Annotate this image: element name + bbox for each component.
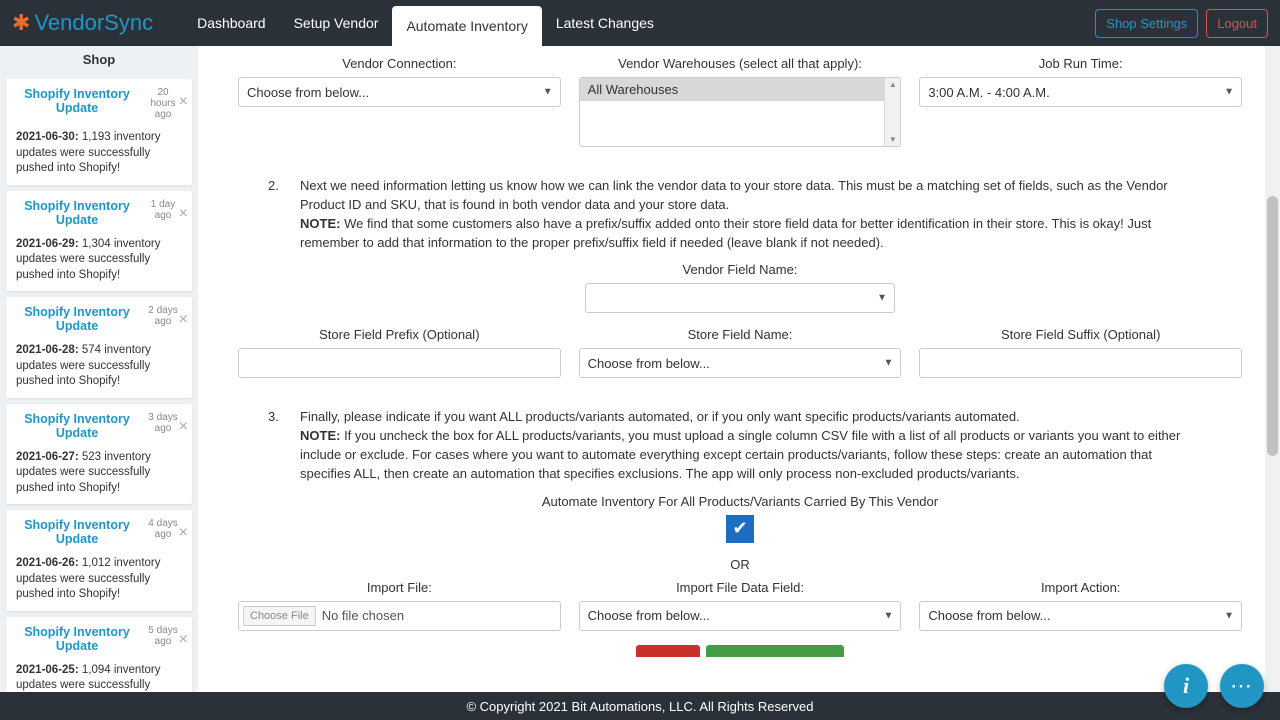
import-field-label: Import File Data Field:	[579, 580, 902, 595]
notification-title: Shopify Inventory Update	[16, 305, 144, 333]
automate-all-label: Automate Inventory For All Products/Vari…	[238, 494, 1242, 509]
import-action-select[interactable]: Choose from below...	[919, 601, 1242, 631]
nav-automate-inventory[interactable]: Automate Inventory	[392, 6, 541, 46]
chat-fab[interactable]: ⋯	[1220, 664, 1264, 708]
logout-button[interactable]: Logout	[1206, 9, 1268, 38]
notification-body: 2021-06-28: 574 inventory updates were s…	[16, 343, 182, 390]
info-fab[interactable]: i	[1164, 664, 1208, 708]
step2-text: 2.Next we need information letting us kn…	[284, 177, 1202, 252]
vendor-connection-select[interactable]: Choose from below...	[238, 77, 561, 107]
close-icon[interactable]: ×	[179, 205, 188, 223]
automate-all-checkbox[interactable]: ✔	[726, 515, 754, 543]
step2-block: 2.Next we need information letting us kn…	[238, 177, 1242, 252]
app-header: ✱ VendorSync Dashboard Setup Vendor Auto…	[0, 0, 1280, 46]
scroll-down-icon[interactable]: ▼	[889, 135, 897, 144]
notification-title: Shopify Inventory Update	[16, 518, 144, 546]
main-scrollbar-track[interactable]	[1265, 46, 1280, 692]
notification-title: Shopify Inventory Update	[16, 625, 144, 653]
app-footer: © Copyright 2021 Bit Automations, LLC. A…	[0, 692, 1280, 720]
choose-file-button[interactable]: Choose File	[243, 606, 316, 626]
nav-setup-vendor[interactable]: Setup Vendor	[280, 0, 393, 46]
notification-time: 3 days ago	[144, 412, 182, 434]
main-scrollbar-thumb[interactable]	[1267, 196, 1278, 456]
import-field-select[interactable]: Choose from below...	[579, 601, 902, 631]
notification-card: Shopify Inventory Update 3 days ago × 20…	[6, 404, 192, 505]
submit-button[interactable]	[706, 645, 844, 657]
job-run-time-select[interactable]: 3:00 A.M. - 4:00 A.M.	[919, 77, 1242, 107]
step3-block: 3.Finally, please indicate if you want A…	[238, 408, 1242, 483]
import-file-label: Import File:	[238, 580, 561, 595]
cancel-button[interactable]	[636, 645, 700, 657]
close-icon[interactable]: ×	[179, 631, 188, 649]
or-separator: OR	[238, 557, 1242, 572]
vendor-warehouses-multiselect[interactable]: All Warehouses ▲ ▼	[579, 77, 902, 147]
store-field-name-select[interactable]: Choose from below...	[579, 348, 902, 378]
notification-body: 2021-06-27: 523 inventory updates were s…	[16, 450, 182, 497]
notification-card: Shopify Inventory Update 20 hours ago × …	[6, 79, 192, 185]
step3-text: 3.Finally, please indicate if you want A…	[284, 408, 1202, 483]
notification-card: Shopify Inventory Update 2 days ago × 20…	[6, 297, 192, 398]
store-suffix-label: Store Field Suffix (Optional)	[919, 327, 1242, 342]
close-icon[interactable]: ×	[179, 418, 188, 436]
notification-title: Shopify Inventory Update	[16, 412, 144, 440]
notification-body: 2021-06-30: 1,193 inventory updates were…	[16, 130, 182, 177]
brand-logo: ✱ VendorSync	[12, 10, 153, 36]
notification-card: Shopify Inventory Update 1 day ago × 202…	[6, 191, 192, 292]
form-actions	[238, 645, 1242, 657]
notification-time: 20 hours ago	[144, 87, 182, 120]
main-nav: Dashboard Setup Vendor Automate Inventor…	[183, 0, 668, 46]
notification-card: Shopify Inventory Update 4 days ago × 20…	[6, 510, 192, 611]
nav-latest-changes[interactable]: Latest Changes	[542, 0, 668, 46]
vendor-field-name-select[interactable]	[585, 283, 895, 313]
close-icon[interactable]: ×	[179, 311, 188, 329]
notification-body: 2021-06-26: 1,012 inventory updates were…	[16, 556, 182, 603]
notification-body: 2021-06-25: 1,094 inventory updates were…	[16, 663, 182, 692]
footer-text: © Copyright 2021 Bit Automations, LLC. A…	[466, 699, 813, 714]
vendor-field-name-label: Vendor Field Name:	[238, 262, 1242, 277]
notification-card: Shopify Inventory Update 5 days ago × 20…	[6, 617, 192, 692]
vendor-warehouses-label: Vendor Warehouses (select all that apply…	[579, 56, 902, 71]
vendor-connection-label: Vendor Connection:	[238, 56, 561, 71]
scroll-up-icon[interactable]: ▲	[889, 80, 897, 89]
job-run-time-label: Job Run Time:	[919, 56, 1242, 71]
notification-time: 1 day ago	[144, 199, 182, 221]
notification-body: 2021-06-29: 1,304 inventory updates were…	[16, 237, 182, 284]
notification-time: 4 days ago	[144, 518, 182, 540]
notification-time: 5 days ago	[144, 625, 182, 647]
close-icon[interactable]: ×	[179, 93, 188, 111]
shop-settings-button[interactable]: Shop Settings	[1095, 9, 1198, 38]
step1-row: Vendor Connection: Choose from below... …	[238, 56, 1242, 147]
store-prefix-input[interactable]	[238, 348, 561, 378]
sidebar-title: Shop	[0, 46, 198, 73]
import-file-input[interactable]: Choose File No file chosen	[238, 601, 561, 631]
brand-name: VendorSync	[34, 10, 153, 36]
store-field-name-label: Store Field Name:	[579, 327, 902, 342]
notification-time: 2 days ago	[144, 305, 182, 327]
notifications-sidebar: Shop Shopify Inventory Update 20 hours a…	[0, 46, 198, 692]
file-chosen-text: No file chosen	[320, 608, 404, 623]
import-action-label: Import Action:	[919, 580, 1242, 595]
nav-dashboard[interactable]: Dashboard	[183, 0, 280, 46]
logo-icon: ✱	[12, 10, 30, 36]
header-actions: Shop Settings Logout	[1095, 9, 1268, 38]
store-suffix-input[interactable]	[919, 348, 1242, 378]
store-prefix-label: Store Field Prefix (Optional)	[238, 327, 561, 342]
main-content: Vendor Connection: Choose from below... …	[198, 46, 1262, 692]
notification-title: Shopify Inventory Update	[16, 87, 144, 115]
close-icon[interactable]: ×	[179, 524, 188, 542]
notification-title: Shopify Inventory Update	[16, 199, 144, 227]
warehouse-option-all[interactable]: All Warehouses	[580, 78, 885, 101]
